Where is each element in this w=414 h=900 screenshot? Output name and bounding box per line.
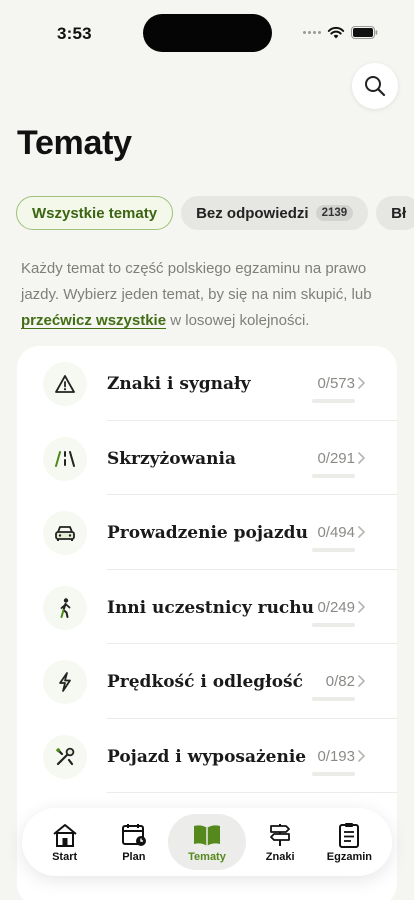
topic-title: Skrzyżowania <box>107 448 237 469</box>
chip-count-badge: 2139 <box>315 205 354 221</box>
status-bar: 3:53 <box>0 0 414 54</box>
topic-progress-bar <box>312 399 355 403</box>
topic-progress-bar <box>312 622 355 627</box>
topic-count: 0/82 <box>325 673 355 690</box>
tab-signs[interactable]: Znaki <box>246 814 315 870</box>
search-icon <box>365 76 386 97</box>
clipboard-icon <box>339 822 360 848</box>
chip-unanswered[interactable]: Bez odpowiedzi 2139 <box>181 196 369 230</box>
dynamic-island <box>143 14 272 52</box>
status-time: 3:53 <box>57 24 92 43</box>
tab-start[interactable]: Start <box>30 814 99 870</box>
tab-exam[interactable]: Egzamin <box>315 814 384 870</box>
road-icon <box>43 436 87 481</box>
topic-count: 0/193 <box>317 747 355 765</box>
tab-bar: Start Plan Tematy Znaki Egzamin <box>22 808 392 876</box>
tab-topics[interactable]: Tematy <box>168 814 246 870</box>
topic-row-intersections[interactable]: Skrzyżowania 0/291 <box>17 421 397 495</box>
topic-title: Znaki i sygnały <box>107 374 251 394</box>
cellular-signal-icon <box>303 31 321 34</box>
topic-row-road-users[interactable]: Inni uczestnicy ruchu 0/249 <box>17 570 397 644</box>
tools-icon <box>43 734 87 779</box>
house-icon <box>52 823 77 847</box>
topic-progress-bar <box>312 697 355 701</box>
topic-count: 0/573 <box>317 375 355 392</box>
car-icon <box>43 511 87 555</box>
tab-plan[interactable]: Plan <box>99 814 168 870</box>
chip-label: Bez odpowiedzi <box>196 204 309 222</box>
intro-text: Każdy temat to część polskiego egzaminu … <box>21 256 401 334</box>
status-icons <box>303 26 378 39</box>
topic-title: Prędkość i odległość <box>107 672 303 692</box>
chip-label: Wszystkie tematy <box>32 204 158 222</box>
filter-chips: Wszystkie tematy Bez odpowiedzi 2139 Bł <box>16 196 414 230</box>
tab-label: Plan <box>122 850 146 863</box>
topic-title: Pojazd i wyposażenie <box>107 746 307 767</box>
warning-triangle-icon <box>43 362 87 406</box>
topic-progress-bar <box>312 473 355 478</box>
topic-progress-bar <box>312 771 355 776</box>
chevron-right-icon <box>358 675 365 687</box>
intro-text-before: Każdy temat to część polskiego egzaminu … <box>21 260 372 303</box>
practice-all-link[interactable]: przećwicz wszystkie <box>21 312 166 329</box>
topic-row-driving[interactable]: Prowadzenie pojazdu 0/494 <box>17 495 397 570</box>
topic-count: 0/494 <box>317 524 355 541</box>
chevron-right-icon <box>358 526 365 538</box>
chevron-right-icon <box>358 600 365 613</box>
page-title: Tematy <box>17 124 132 162</box>
topic-count: 0/291 <box>317 449 355 467</box>
chip-label: Bł <box>391 204 407 222</box>
tab-label: Start <box>52 850 78 863</box>
chip-mistakes[interactable]: Bł <box>376 196 414 230</box>
tab-label: Egzamin <box>326 850 372 863</box>
battery-icon <box>351 26 378 39</box>
wifi-icon <box>327 26 345 39</box>
signpost-icon <box>270 823 291 846</box>
tab-label: Tematy <box>188 850 226 863</box>
topic-count: 0/249 <box>317 598 355 616</box>
topic-title: Inni uczestnicy ruchu <box>107 597 315 618</box>
chevron-right-icon <box>358 749 365 762</box>
row-divider <box>107 792 397 793</box>
calendar-icon <box>121 823 146 846</box>
topic-title: Prowadzenie pojazdu <box>107 523 308 543</box>
book-icon <box>194 824 220 846</box>
topic-row-vehicle[interactable]: Pojazd i wyposażenie 0/193 <box>17 719 397 793</box>
pedestrian-icon <box>43 585 87 630</box>
topic-row-speed[interactable]: Prędkość i odległość 0/82 <box>17 644 397 719</box>
topic-progress-bar <box>312 548 355 552</box>
chip-all-topics[interactable]: Wszystkie tematy <box>16 196 174 230</box>
topic-row-signs[interactable]: Znaki i sygnały 0/573 <box>17 346 397 421</box>
search-button[interactable] <box>352 63 398 109</box>
chevron-right-icon <box>358 451 365 464</box>
chevron-right-icon <box>358 377 365 389</box>
intro-text-after: w losowej kolejności. <box>166 312 310 329</box>
tab-label: Znaki <box>265 850 295 863</box>
lightning-icon <box>43 660 87 704</box>
